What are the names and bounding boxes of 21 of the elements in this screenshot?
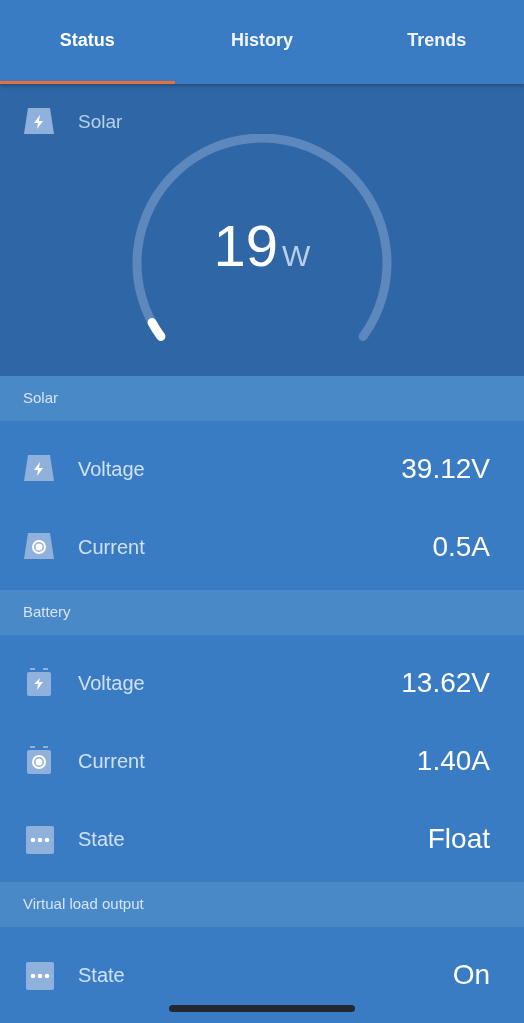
row-value: 13.62V [401,666,490,700]
row-value: On [452,958,490,992]
row-label: Voltage [78,671,146,696]
row-value: 39.12V [401,452,490,486]
power-unit: W [282,238,311,274]
tab[interactable]: Trends [349,0,524,84]
power-value: 19 [213,217,279,275]
row-label: State [78,963,126,988]
section-header: Virtual load output [0,882,524,927]
section-header: Battery [0,590,524,635]
row-label: Current [78,535,146,560]
row-label: State [78,827,126,852]
gauge-title: Solar [78,109,123,134]
row-label: Voltage [78,457,146,482]
row-value: 0.5A [432,530,490,564]
row-value: Float [427,822,490,856]
row-label: Current [78,749,146,774]
row-value: 1.40A [416,744,490,778]
section-header: Solar [0,376,524,421]
gauge-fill [147,318,166,341]
tab[interactable]: History [174,0,350,84]
